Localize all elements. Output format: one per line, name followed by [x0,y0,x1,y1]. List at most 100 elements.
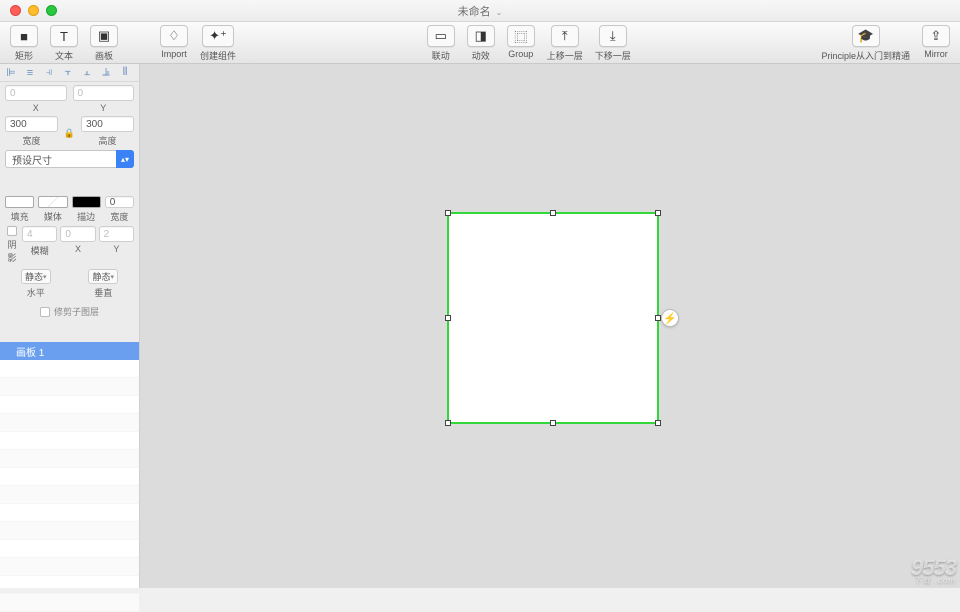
tool-mirror-label: Mirror [924,49,948,59]
align-left-icon[interactable]: ⊫ [5,67,17,79]
height-field[interactable]: 300 [81,116,134,132]
tool-animate-label: 动效 [472,49,490,62]
layer-row-empty [0,468,139,486]
canvas[interactable]: ⚡ [140,64,960,588]
preset-size-select[interactable]: 预设尺寸 ▴▾ [5,150,134,168]
tool-animate[interactable]: ◨ 动效 [461,25,501,62]
media-label: 媒体 [44,210,62,223]
window-title[interactable]: 未命名 ⌄ [0,3,960,19]
y-field[interactable]: 0 [73,85,135,101]
tool-move-down-label: 下移一层 [595,49,631,62]
blur-label: 模糊 [31,244,49,257]
layer-row-empty [0,558,139,576]
chevron-down-icon: ⌄ [496,8,503,17]
component-icon: ✦⁺ [202,25,234,47]
align-bottom-icon[interactable]: ⫡ [100,67,112,79]
width-label: 宽度 [22,134,40,147]
shadow-label: 阴影 [5,238,19,264]
layer-row-empty [0,540,139,558]
rectangle-icon: ■ [10,25,38,47]
height-label: 高度 [99,134,117,147]
v-constraint-select[interactable]: 静态▾ [88,269,118,284]
shadow-y-field[interactable]: 2 [99,226,134,242]
artboard-icon: ▣ [90,25,118,47]
window-title-text: 未命名 [458,6,491,18]
distribute-icon[interactable]: ⦀ [119,67,131,79]
lock-aspect-icon[interactable]: 🔒 [64,124,75,139]
tool-create-component[interactable]: ✦⁺ 创建组件 [194,25,242,62]
artboard-selected[interactable]: ⚡ [447,212,659,424]
tool-link[interactable]: ▭ 联动 [421,25,461,62]
stroke-swatch[interactable] [72,196,101,208]
tool-import[interactable]: ♢ Import [154,25,194,59]
layers-panel: 画板 1 [0,342,139,588]
resize-handle-tl[interactable] [445,210,451,216]
layer-row-empty [0,360,139,378]
h-constraint-select[interactable]: 静态▾ [21,269,51,284]
select-arrow-icon: ▴▾ [116,150,134,168]
move-up-icon: ⤒ [551,25,579,47]
resize-handle-br[interactable] [655,420,661,426]
tool-move-down[interactable]: ⤓ 下移一层 [589,25,637,62]
resize-handle-bl[interactable] [445,420,451,426]
v-constraint-label: 垂直 [94,286,112,299]
tool-move-up[interactable]: ⤒ 上移一层 [541,25,589,62]
tool-mirror[interactable]: ⇪ Mirror [916,25,956,59]
shadow-x-field[interactable]: 0 [60,226,95,242]
width-field[interactable]: 300 [5,116,58,132]
stroke-width-field[interactable]: 0 [105,196,134,208]
tool-group-label: Group [508,49,533,59]
resize-handle-tm[interactable] [550,210,556,216]
tool-text[interactable]: T 文本 [44,25,84,62]
tool-rectangle-label: 矩形 [15,49,33,62]
layer-artboard-1[interactable]: 画板 1 [0,342,139,360]
tool-tutorial-label: Principle从入门到精通 [821,49,910,62]
tool-text-label: 文本 [55,49,73,62]
toolbar: ■ 矩形 T 文本 ▣ 画板 ♢ Import ✦⁺ 创建组件 ▭ 联动 ◨ 动… [0,22,960,64]
clip-children-row[interactable]: 修剪子图层 [0,299,139,326]
import-icon: ♢ [160,25,188,47]
titlebar: 未命名 ⌄ [0,0,960,22]
align-center-v-icon[interactable]: ⫠ [81,67,93,79]
layer-row-empty [0,378,139,396]
lightning-icon[interactable]: ⚡ [661,309,679,327]
tool-link-label: 联动 [432,49,450,62]
x-label: X [33,103,39,113]
tool-group[interactable]: ⿴ Group [501,25,541,59]
align-top-icon[interactable]: ⫟ [62,67,74,79]
align-toolbar: ⊫ ≡ ⫣ ⫟ ⫠ ⫡ ⦀ [0,64,139,82]
tool-rectangle[interactable]: ■ 矩形 [4,25,44,62]
tool-artboard-label: 画板 [95,49,113,62]
align-center-h-icon[interactable]: ≡ [24,67,36,79]
move-down-icon: ⤓ [599,25,627,47]
mirror-icon: ⇪ [922,25,950,47]
tool-tutorial[interactable]: 🎓 Principle从入门到精通 [815,25,916,62]
group-icon: ⿴ [507,25,535,47]
y-label: Y [100,103,106,113]
media-swatch[interactable] [38,196,67,208]
layer-row-empty [0,504,139,522]
fill-swatch[interactable] [5,196,34,208]
x-field[interactable]: 0 [5,85,67,101]
resize-handle-ml[interactable] [445,315,451,321]
tool-move-up-label: 上移一层 [547,49,583,62]
tool-import-label: Import [161,49,187,59]
resize-handle-bm[interactable] [550,420,556,426]
layer-row-empty [0,396,139,414]
resize-handle-tr[interactable] [655,210,661,216]
layer-row-empty [0,576,139,594]
layer-row-empty [0,522,139,540]
watermark: 9553 下载 .com [911,555,956,586]
blur-field[interactable]: 4 [22,226,57,242]
tool-artboard[interactable]: ▣ 画板 [84,25,124,62]
layer-label: 画板 1 [16,344,44,359]
stroke-width-label: 宽度 [110,210,128,223]
clip-children-checkbox[interactable] [40,307,50,317]
layer-row-empty [0,594,139,612]
layer-row-empty [0,432,139,450]
shadow-checkbox[interactable] [7,226,17,236]
align-right-icon[interactable]: ⫣ [43,67,55,79]
shadow-x-label: X [75,244,81,254]
text-icon: T [50,25,78,47]
animate-icon: ◨ [467,25,495,47]
